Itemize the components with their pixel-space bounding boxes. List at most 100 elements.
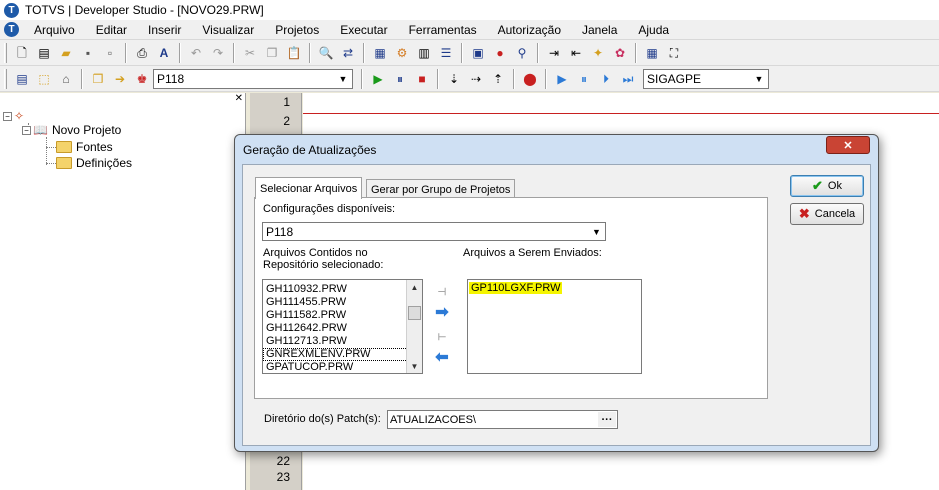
line-number: 22 <box>276 454 290 468</box>
step-into-icon[interactable]: ⇣ <box>445 70 463 88</box>
add-all-icon[interactable]: ⊣ <box>433 283 451 301</box>
list-item[interactable]: GH111582.PRW <box>263 309 422 322</box>
list-icon[interactable]: ☰ <box>437 44 455 62</box>
menu-janela[interactable]: Janela <box>572 23 628 37</box>
bookmark-icon[interactable]: ✦ <box>589 44 607 62</box>
box-icon[interactable]: ❒ <box>89 70 107 88</box>
fullscreen-icon[interactable]: ⛶ <box>665 44 683 62</box>
list-item[interactable]: GH112713.PRW <box>263 335 422 348</box>
configure-icon[interactable]: ▤ <box>13 70 31 88</box>
debug-run-icon[interactable]: ▶ <box>553 70 571 88</box>
watch-icon[interactable]: ⚲ <box>513 44 531 62</box>
save-all-icon[interactable]: ▫ <box>101 44 119 62</box>
menu-arquivo[interactable]: Arquivo <box>24 23 86 37</box>
cancel-button[interactable]: ✖ Cancela <box>790 203 864 225</box>
config-combo[interactable]: P118 ▼ <box>262 222 606 241</box>
menu-autorizacao[interactable]: Autorização <box>488 23 572 37</box>
scroll-thumb[interactable] <box>408 306 421 320</box>
sent-files-list[interactable]: GP110LGXF.PRW <box>467 279 642 374</box>
chevron-down-icon[interactable]: ▼ <box>589 224 604 239</box>
project-combo[interactable]: P118 ▼ <box>153 68 353 89</box>
tree-root[interactable]: − ✧ <box>3 109 24 123</box>
debug-next-icon[interactable]: ⏭ <box>619 70 637 88</box>
debug-pause-icon[interactable]: ⏸ <box>575 70 593 88</box>
patch-dir-field[interactable]: ATUALIZACOES\ ··· <box>387 410 618 429</box>
window-titlebar: T TOTVS | Developer Studio - [NOVO29.PRW… <box>0 0 939 20</box>
house-icon[interactable]: ⌂ <box>57 70 75 88</box>
step-out-icon[interactable]: ⇡ <box>489 70 507 88</box>
list-item[interactable]: GPATUCOP.PRW <box>263 361 422 373</box>
print-icon[interactable]: ⎙ <box>133 44 151 62</box>
grid-icon[interactable]: ▦ <box>643 44 661 62</box>
monitor-icon[interactable]: ▣ <box>469 44 487 62</box>
document-icon[interactable]: ▥ <box>415 44 433 62</box>
repo-files-list[interactable]: GH110932.PRW GH111455.PRW GH111582.PRW G… <box>262 279 423 374</box>
repo-list-scrollbar[interactable]: ▲ ▼ <box>406 280 422 373</box>
package-icon[interactable]: ⬚ <box>35 70 53 88</box>
menu-ajuda[interactable]: Ajuda <box>628 23 680 37</box>
remove-all-icon[interactable]: ⊢ <box>433 328 451 346</box>
dialog-title: Geração de Atualizações <box>243 143 377 157</box>
run-icon[interactable]: ▶ <box>369 70 387 88</box>
menu-visualizar[interactable]: Visualizar <box>192 23 265 37</box>
list-item[interactable]: GH111455.PRW <box>263 296 422 309</box>
browse-ellipsis-button[interactable]: ··· <box>598 412 616 427</box>
tree-folder-definicoes[interactable]: Definições <box>56 156 132 170</box>
add-file-arrow-icon[interactable]: ➡ <box>433 303 451 321</box>
copy-icon[interactable]: ❐ <box>263 44 281 62</box>
list-item[interactable]: GH112642.PRW <box>263 322 422 335</box>
undo-icon[interactable]: ↶ <box>187 44 205 62</box>
menu-projetos[interactable]: Projetos <box>265 23 330 37</box>
dialog-close-button[interactable]: ✕ <box>826 136 870 154</box>
list-item[interactable]: GP110LGXF.PRW <box>469 282 563 294</box>
environment-combo[interactable]: SIGAGPE ▼ <box>643 68 769 89</box>
find-icon[interactable]: 🔍 <box>317 44 335 62</box>
list-item[interactable]: GH110932.PRW <box>263 283 422 296</box>
app-menu-icon[interactable]: T <box>4 22 19 37</box>
redo-icon[interactable]: ↷ <box>209 44 227 62</box>
scroll-up-icon[interactable]: ▲ <box>407 280 422 294</box>
tree-project[interactable]: − 📖 Novo Projeto <box>22 123 121 137</box>
collapse-icon[interactable]: − <box>3 111 12 121</box>
tab-gerar-por-grupo[interactable]: Gerar por Grupo de Projetos <box>366 179 516 199</box>
menu-inserir[interactable]: Inserir <box>138 23 192 37</box>
toolbar-grip[interactable] <box>4 68 7 89</box>
ok-button[interactable]: ✔ Ok <box>790 175 864 197</box>
indent-icon[interactable]: ⇥ <box>545 44 563 62</box>
remove-file-arrow-icon[interactable]: ⬅ <box>433 348 451 366</box>
menu-ferramentas[interactable]: Ferramentas <box>399 23 488 37</box>
chevron-down-icon[interactable]: ▼ <box>335 71 351 87</box>
save-icon[interactable]: ▪ <box>79 44 97 62</box>
replace-icon[interactable]: ⇄ <box>339 44 357 62</box>
font-icon[interactable]: A <box>155 44 173 62</box>
collapse-icon[interactable]: − <box>22 125 31 135</box>
chevron-down-icon[interactable]: ▼ <box>751 71 767 87</box>
pause-icon[interactable]: ⏸ <box>391 70 409 88</box>
cut-icon[interactable]: ✂ <box>241 44 259 62</box>
step-over-icon[interactable]: ⇢ <box>467 70 485 88</box>
close-icon[interactable]: ✕ <box>235 93 243 104</box>
list-item[interactable]: GNREXMLENV.PRW <box>263 348 422 361</box>
menu-editar[interactable]: Editar <box>86 23 138 37</box>
project-icon[interactable]: ▦ <box>371 44 389 62</box>
debug-step-icon[interactable]: ⏵ <box>597 70 615 88</box>
stop-icon[interactable]: ■ <box>413 70 431 88</box>
scroll-down-icon[interactable]: ▼ <box>407 359 422 373</box>
new-file-icon[interactable]: 🗋 <box>13 44 31 62</box>
new-window-icon[interactable]: ▤ <box>35 44 53 62</box>
chess-icon[interactable]: ♚ <box>133 70 151 88</box>
outdent-icon[interactable]: ⇤ <box>567 44 585 62</box>
toolbar-grip[interactable] <box>4 42 7 63</box>
config-label: Configurações disponíveis: <box>263 203 396 215</box>
debug-breakpoint-icon[interactable]: ● <box>491 44 509 62</box>
tab-selecionar-arquivos[interactable]: Selecionar Arquivos <box>255 177 363 199</box>
color-wheel-icon[interactable]: ✿ <box>611 44 629 62</box>
compile-icon[interactable]: ⚙ <box>393 44 411 62</box>
import-icon[interactable]: ➔ <box>111 70 129 88</box>
cancel-button-label: Cancela <box>814 208 856 220</box>
tree-folder-fontes[interactable]: Fontes <box>56 140 113 154</box>
paste-icon[interactable]: 📋 <box>285 44 303 62</box>
menu-executar[interactable]: Executar <box>330 23 398 37</box>
open-folder-icon[interactable]: ▰ <box>57 44 75 62</box>
record-icon[interactable]: ⬤ <box>521 70 539 88</box>
